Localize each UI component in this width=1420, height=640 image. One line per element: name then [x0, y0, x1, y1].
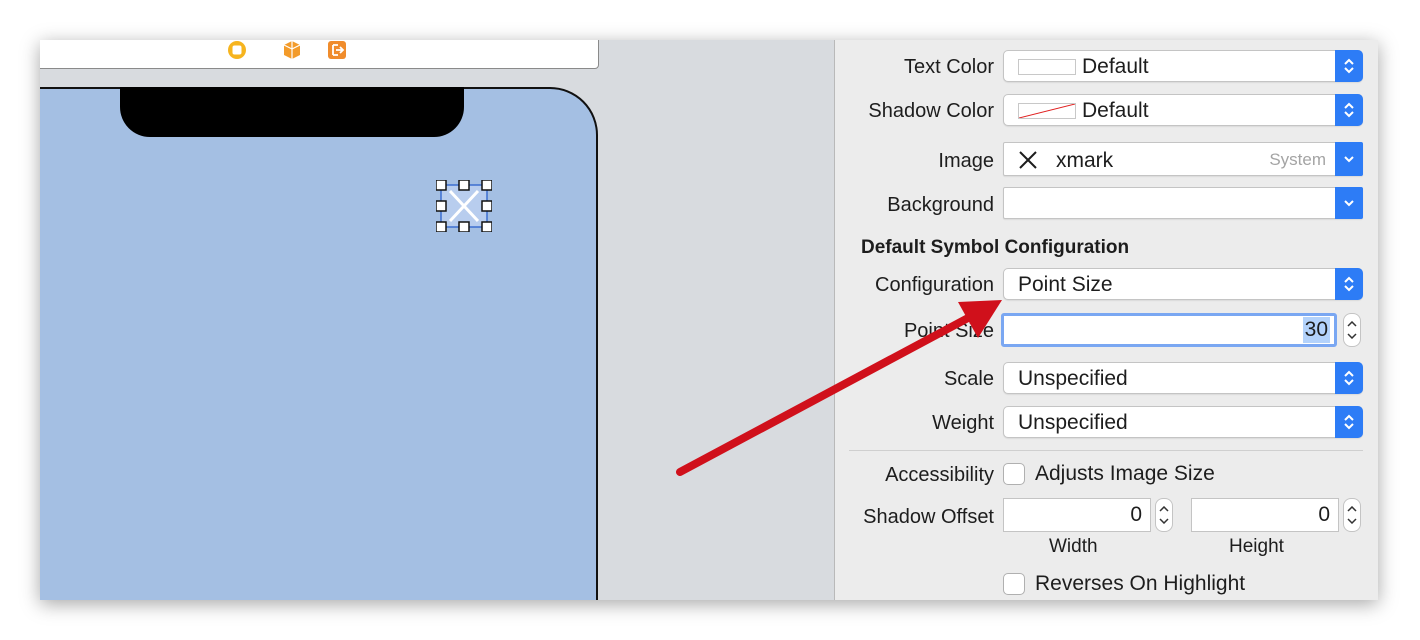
section-divider [849, 450, 1363, 451]
storyboard-canvas[interactable] [40, 40, 834, 600]
shadow-color-label: Shadow Color [868, 100, 994, 122]
point-size-label: Point Size [903, 320, 994, 342]
scene-dock [40, 40, 599, 69]
adjusts-image-size-label[interactable]: Adjusts Image Size [1035, 461, 1215, 487]
shadow-offset-height-stepper[interactable] [1343, 498, 1361, 532]
chevron-updown-icon [1335, 268, 1363, 300]
configuration-label: Configuration [875, 274, 994, 296]
stepper-down-icon[interactable] [1347, 333, 1357, 339]
xcode-window: Text Color Default Shadow Color Default … [40, 40, 1378, 600]
configuration-value: Point Size [1018, 273, 1113, 296]
point-size-field[interactable]: 30 [1001, 313, 1337, 347]
reverses-on-highlight-label[interactable]: Reverses On Highlight [1035, 571, 1245, 597]
reverses-on-highlight-checkbox[interactable] [1003, 573, 1025, 595]
shadow-color-popup[interactable]: Default [1003, 94, 1363, 126]
weight-label: Weight [932, 412, 994, 434]
chevron-down-icon[interactable] [1335, 187, 1363, 219]
shadow-offset-width-stepper[interactable] [1155, 498, 1173, 532]
shadow-color-value: Default [1082, 99, 1149, 122]
section-title: Default Symbol Configuration [861, 237, 1130, 258]
background-label: Background [887, 194, 994, 216]
image-label: Image [938, 150, 994, 172]
shadow-offset-height-field[interactable]: 0 [1191, 498, 1339, 532]
image-source-label: System [1269, 150, 1326, 169]
point-size-value: 30 [1302, 317, 1330, 343]
chevron-down-icon[interactable] [1335, 142, 1363, 176]
text-color-popup[interactable]: Default [1003, 50, 1363, 82]
scale-value: Unspecified [1018, 367, 1128, 390]
iphone-device-frame [40, 87, 598, 600]
shadow-offset-width-label: Width [1049, 536, 1098, 557]
text-color-label: Text Color [903, 56, 994, 78]
exit-icon[interactable] [327, 40, 347, 60]
shadow-offset-height-value: 0 [1318, 503, 1330, 526]
chevron-updown-icon [1335, 362, 1363, 394]
weight-value: Unspecified [1018, 411, 1128, 434]
selected-image-view[interactable] [435, 179, 493, 233]
attributes-inspector: Text Color Default Shadow Color Default … [834, 40, 1378, 600]
stepper-down-icon[interactable] [1347, 518, 1357, 524]
shadow-offset-width-value: 0 [1130, 503, 1142, 526]
stepper-up-icon[interactable] [1347, 506, 1357, 512]
shadow-offset-width-field[interactable]: 0 [1003, 498, 1151, 532]
chevron-updown-icon [1335, 50, 1363, 82]
image-combo-box[interactable]: xmark System [1003, 142, 1363, 176]
xmark-icon [1018, 150, 1038, 175]
stepper-down-icon[interactable] [1159, 518, 1169, 524]
weight-popup[interactable]: Unspecified [1003, 406, 1363, 438]
background-combo-box[interactable] [1003, 187, 1363, 219]
scale-popup[interactable]: Unspecified [1003, 362, 1363, 394]
stepper-up-icon[interactable] [1159, 506, 1169, 512]
shadow-color-swatch [1018, 103, 1076, 119]
scale-label: Scale [943, 368, 994, 390]
device-notch [120, 87, 464, 137]
image-value: xmark [1056, 149, 1114, 172]
point-size-stepper[interactable] [1343, 313, 1361, 347]
configuration-popup[interactable]: Point Size [1003, 268, 1363, 300]
accessibility-label: Accessibility [885, 464, 994, 486]
text-color-value: Default [1082, 55, 1149, 78]
xmark-icon [435, 179, 493, 233]
first-responder-icon[interactable] [282, 40, 302, 60]
chevron-updown-icon [1335, 94, 1363, 126]
shadow-offset-label: Shadow Offset [863, 506, 994, 528]
chevron-updown-icon [1335, 406, 1363, 438]
adjusts-image-size-checkbox[interactable] [1003, 463, 1025, 485]
stepper-up-icon[interactable] [1347, 321, 1357, 327]
view-controller-icon[interactable] [227, 40, 247, 60]
shadow-offset-height-label: Height [1229, 536, 1284, 557]
text-color-swatch [1018, 59, 1076, 75]
